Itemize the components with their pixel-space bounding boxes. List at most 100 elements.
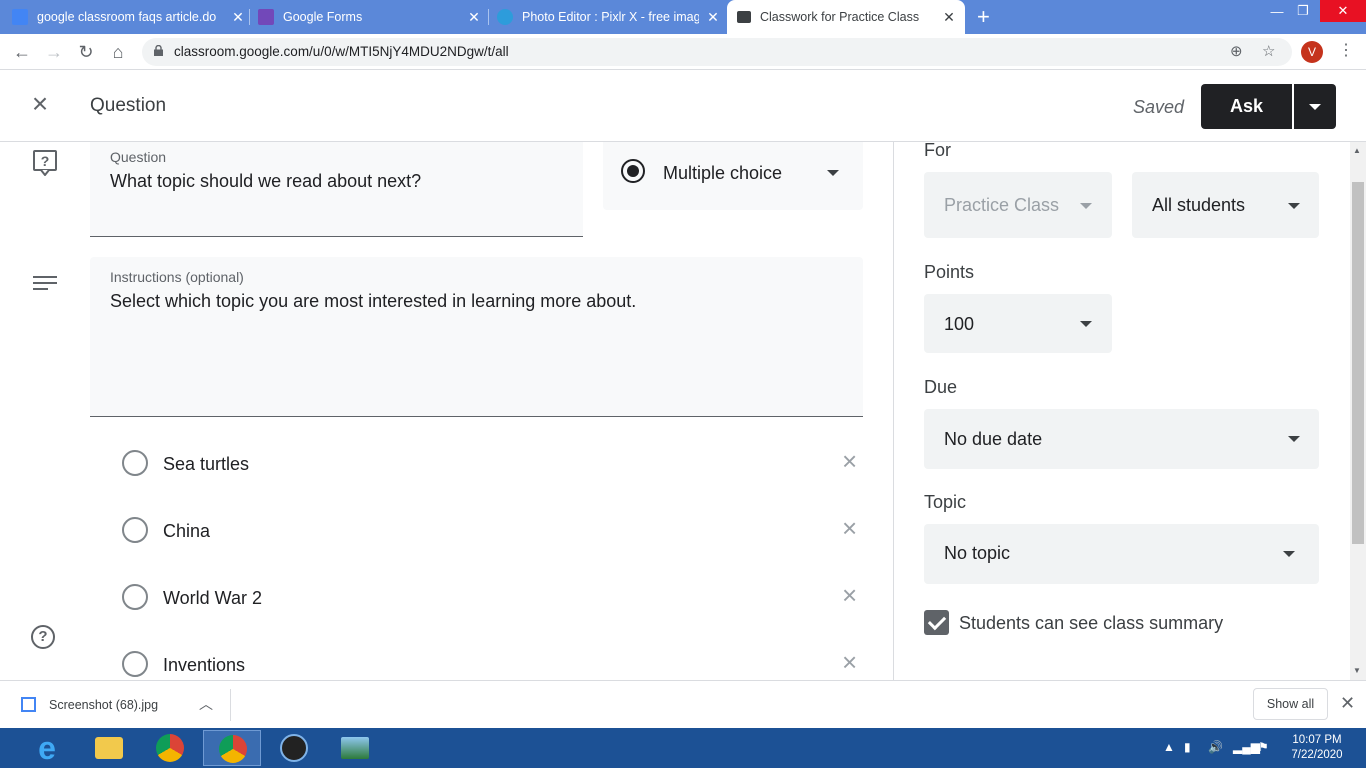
show-all-button[interactable]: Show all [1253, 688, 1328, 720]
students-value: All students [1152, 195, 1246, 215]
answer-option[interactable]: China × [122, 513, 864, 544]
dropdown-arrow-icon [1283, 551, 1295, 557]
download-separator [230, 689, 231, 721]
browser-tab-classwork[interactable]: Classwork for Practice Class ✕ [727, 0, 965, 34]
remove-option-icon[interactable]: × [842, 446, 857, 476]
description-icon [33, 276, 57, 290]
students-dropdown[interactable]: All students [1132, 172, 1319, 238]
remove-option-icon[interactable]: × [842, 580, 857, 610]
instructions-field[interactable]: Instructions (optional) Select which top… [90, 257, 863, 417]
scroll-up-icon[interactable]: ▲ [1353, 146, 1361, 155]
browser-tab-docs[interactable]: google classroom faqs article.do ✕ [12, 0, 246, 34]
browser-tab-pixlr[interactable]: Photo Editor : Pixlr X - free image ✕ [497, 0, 721, 34]
maximize-button[interactable]: ❐ [1291, 0, 1315, 22]
vertical-scrollbar[interactable]: ▲ ▼ [1350, 142, 1366, 680]
network-icon[interactable]: ▂▄▆ [1233, 740, 1260, 754]
option-text[interactable]: World War 2 [163, 588, 262, 609]
topic-dropdown[interactable]: No topic [924, 524, 1319, 584]
reload-icon[interactable]: ↻ [75, 41, 97, 63]
tab-close-icon[interactable]: ✕ [705, 9, 721, 26]
instructions-input[interactable]: Select which topic you are most interest… [110, 291, 636, 312]
dropdown-arrow-icon [827, 170, 839, 176]
class-summary-label: Students can see class summary [959, 613, 1224, 633]
tab-title: Google Forms [283, 10, 363, 24]
download-file-name[interactable]: Screenshot (68).jpg [49, 698, 158, 712]
volume-icon[interactable]: 🔊 [1208, 740, 1223, 754]
question-field[interactable]: Question What topic should we read about… [90, 142, 583, 237]
profile-avatar[interactable]: V [1301, 41, 1323, 63]
battery-icon[interactable]: ▮ [1184, 740, 1191, 754]
minimize-button[interactable]: — [1265, 0, 1289, 22]
svg-text:?: ? [41, 153, 50, 169]
new-tab-button[interactable]: + [977, 5, 990, 29]
radio-unselected-icon [122, 651, 148, 677]
media-player-button[interactable] [265, 730, 323, 766]
question-editor: ? Question What topic should we read abo… [0, 142, 893, 680]
answer-option[interactable]: Inventions × [122, 647, 864, 678]
tab-separator [488, 9, 489, 25]
photo-viewer-icon [341, 737, 369, 759]
tab-title: google classroom faqs article.do [37, 10, 217, 24]
close-download-bar-icon[interactable]: ✕ [1340, 693, 1355, 714]
action-center-flag-icon[interactable]: ⚑ [1258, 740, 1269, 754]
home-icon[interactable]: ⌂ [107, 41, 129, 63]
pixlr-icon [497, 9, 513, 25]
forward-icon[interactable]: → [43, 41, 65, 63]
google-docs-icon [12, 9, 28, 25]
image-file-icon [21, 697, 36, 712]
chrome-icon [156, 734, 184, 762]
show-hidden-icons-icon[interactable]: ▲ [1163, 740, 1175, 754]
points-label: Points [924, 262, 975, 282]
class-dropdown[interactable]: Practice Class [924, 172, 1112, 238]
chrome-button[interactable] [141, 730, 199, 766]
internet-explorer-button[interactable]: e [18, 730, 76, 766]
browser-toolbar: ← → ↻ ⌂ classroom.google.com/u/0/w/MTI5N… [0, 34, 1366, 70]
ask-button[interactable]: Ask [1201, 84, 1292, 129]
points-dropdown[interactable]: 100 [924, 294, 1112, 353]
question-input[interactable]: What topic should we read about next? [110, 171, 421, 192]
zoom-icon[interactable]: ⊕ [1230, 42, 1243, 60]
option-text[interactable]: Inventions [163, 655, 245, 676]
tab-title: Classwork for Practice Class [760, 10, 920, 24]
clock-date: 7/22/2020 [1291, 749, 1343, 761]
tab-close-icon[interactable]: ✕ [230, 9, 246, 26]
chrome-profile-icon [219, 735, 247, 763]
help-icon[interactable]: ? [31, 625, 55, 649]
scroll-down-icon[interactable]: ▼ [1353, 666, 1361, 675]
remove-option-icon[interactable]: × [842, 647, 857, 677]
option-text[interactable]: Sea turtles [163, 454, 249, 475]
photo-viewer-button[interactable] [326, 730, 384, 766]
more-menu-icon[interactable]: ⋮ [1338, 40, 1354, 60]
chrome-active-button[interactable] [203, 730, 261, 766]
window-close-button[interactable]: ✕ [1320, 0, 1366, 22]
question-label: Question [110, 149, 167, 165]
internet-explorer-icon: e [38, 730, 56, 766]
scroll-thumb[interactable] [1352, 182, 1364, 544]
dropdown-arrow-icon [1288, 203, 1300, 209]
page-title: Question [90, 95, 167, 116]
media-player-icon [280, 734, 308, 762]
question-header: × Question Saved Ask [0, 70, 1366, 142]
remove-option-icon[interactable]: × [842, 513, 857, 543]
windows-taskbar: e ▲ ▮ 🔊 ▂▄▆ ⚑ 10:07 PM 7/22/2020 [0, 728, 1366, 768]
option-text[interactable]: China [163, 521, 210, 542]
tab-close-icon[interactable]: ✕ [941, 9, 957, 26]
address-bar[interactable]: classroom.google.com/u/0/w/MTI5NjY4MDU2N… [142, 38, 1292, 66]
answer-option[interactable]: World War 2 × [122, 580, 864, 611]
bookmark-star-icon[interactable]: ☆ [1262, 42, 1275, 60]
taskbar-clock[interactable]: 10:07 PM 7/22/2020 [1285, 733, 1349, 763]
close-icon[interactable]: × [28, 90, 52, 118]
chevron-up-icon[interactable]: ︿ [199, 694, 213, 714]
due-dropdown[interactable]: No due date [924, 409, 1319, 469]
file-explorer-button[interactable] [80, 730, 138, 766]
ask-options-dropdown[interactable] [1294, 84, 1336, 129]
answer-option[interactable]: Sea turtles × [122, 446, 864, 477]
back-icon[interactable]: ← [11, 41, 33, 63]
dropdown-arrow-icon [1080, 203, 1092, 209]
due-value: No due date [944, 429, 1043, 449]
lock-icon [154, 45, 163, 56]
browser-tab-forms[interactable]: Google Forms ✕ [258, 0, 482, 34]
class-summary-checkbox[interactable] [924, 610, 949, 635]
tab-close-icon[interactable]: ✕ [466, 9, 482, 26]
question-type-dropdown[interactable]: Multiple choice [603, 142, 863, 210]
